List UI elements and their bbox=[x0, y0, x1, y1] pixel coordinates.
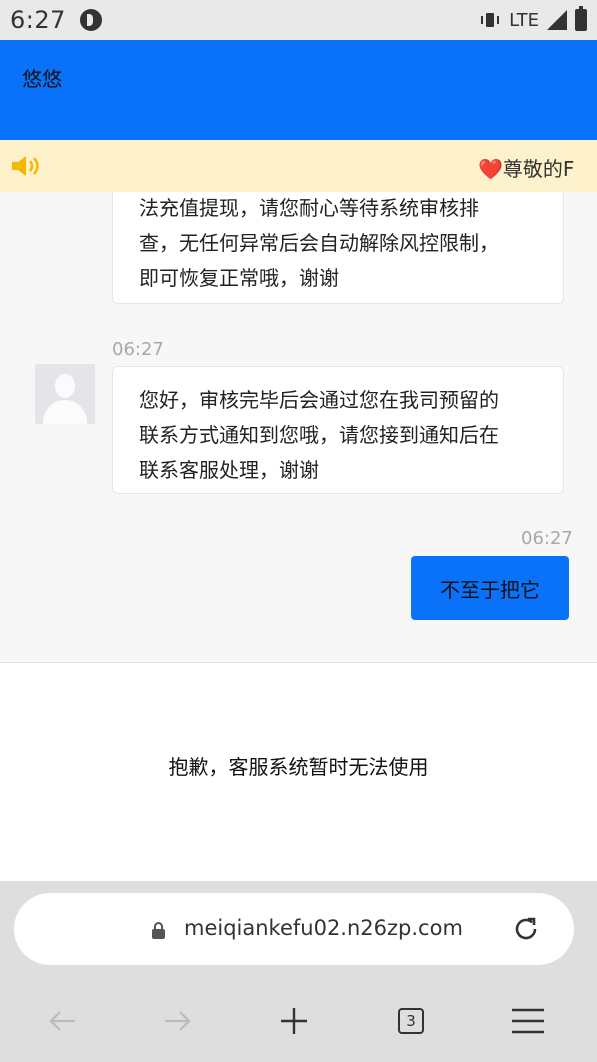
status-bar: 6:27 LTE bbox=[0, 0, 597, 40]
plus-icon bbox=[281, 1008, 307, 1034]
user-message-bubble: 不至于把它 bbox=[411, 556, 569, 620]
reload-icon[interactable] bbox=[510, 913, 542, 945]
speaker-icon bbox=[12, 156, 39, 176]
heart-icon: ❤️ bbox=[478, 157, 503, 181]
status-indicators: LTE bbox=[479, 6, 587, 31]
signal-icon bbox=[547, 10, 567, 30]
forward-button[interactable] bbox=[160, 1003, 196, 1039]
message-line: 联系客服处理，谢谢 bbox=[139, 458, 319, 482]
avatar-body-shape bbox=[43, 400, 87, 424]
service-unavailable-text: 抱歉，客服系统暂时无法使用 bbox=[168, 755, 429, 779]
avatar-head-shape bbox=[55, 374, 75, 398]
battery-icon bbox=[575, 6, 587, 31]
message-line: 您好，审核完毕后会通过您在我司预留的 bbox=[139, 388, 499, 412]
browser-nav-row: 3 bbox=[0, 1003, 597, 1043]
notice-text: 尊敬的F bbox=[502, 157, 575, 181]
menu-icon bbox=[512, 1008, 544, 1034]
url-text[interactable]: meiqiankefu02.n26zp.com bbox=[184, 916, 463, 940]
app-notification-icon bbox=[79, 9, 102, 31]
menu-button[interactable] bbox=[510, 1003, 546, 1039]
message-line: 法充值提现，请您耐心等待系统审核排 bbox=[139, 196, 479, 220]
message-line: 即可恢复正常哦，谢谢 bbox=[139, 266, 339, 290]
vibrate-icon bbox=[479, 11, 501, 29]
tabs-icon: 3 bbox=[398, 1008, 424, 1034]
lock-icon bbox=[152, 922, 165, 939]
message-timestamp: 06:27 bbox=[521, 528, 573, 549]
notice-marquee-text: ❤️尊敬的F bbox=[478, 153, 574, 182]
tabs-button[interactable]: 3 bbox=[393, 1003, 429, 1039]
status-time: 6:27 bbox=[10, 6, 66, 34]
notice-bar[interactable]: ❤️尊敬的F bbox=[0, 140, 597, 192]
back-button[interactable] bbox=[44, 1003, 80, 1039]
service-unavailable-panel: 抱歉，客服系统暂时无法使用 bbox=[0, 663, 597, 881]
agent-message-bubble: 法充值提现，请您耐心等待系统审核排 查，无任何异常后会自动解除风控限制， 即可恢… bbox=[112, 192, 564, 304]
app-header: 悠悠 bbox=[0, 40, 597, 140]
address-bar[interactable]: meiqiankefu02.n26zp.com bbox=[14, 893, 574, 965]
agent-message-bubble: 您好，审核完毕后会通过您在我司预留的 联系方式通知到您哦，请您接到通知后在 联系… bbox=[112, 366, 564, 494]
network-type: LTE bbox=[509, 9, 539, 31]
message-line: 联系方式通知到您哦，请您接到通知后在 bbox=[139, 423, 499, 447]
chat-area[interactable]: 法充值提现，请您耐心等待系统审核排 查，无任何异常后会自动解除风控限制， 即可恢… bbox=[0, 192, 597, 662]
message-timestamp: 06:27 bbox=[112, 339, 164, 360]
new-tab-button[interactable] bbox=[276, 1003, 312, 1039]
back-arrow-icon bbox=[49, 1011, 75, 1031]
browser-toolbar: meiqiankefu02.n26zp.com 3 bbox=[0, 881, 597, 1062]
forward-arrow-icon bbox=[165, 1011, 191, 1031]
agent-avatar bbox=[35, 364, 95, 424]
page-title: 悠悠 bbox=[22, 67, 62, 91]
message-line: 查，无任何异常后会自动解除风控限制， bbox=[139, 231, 499, 255]
